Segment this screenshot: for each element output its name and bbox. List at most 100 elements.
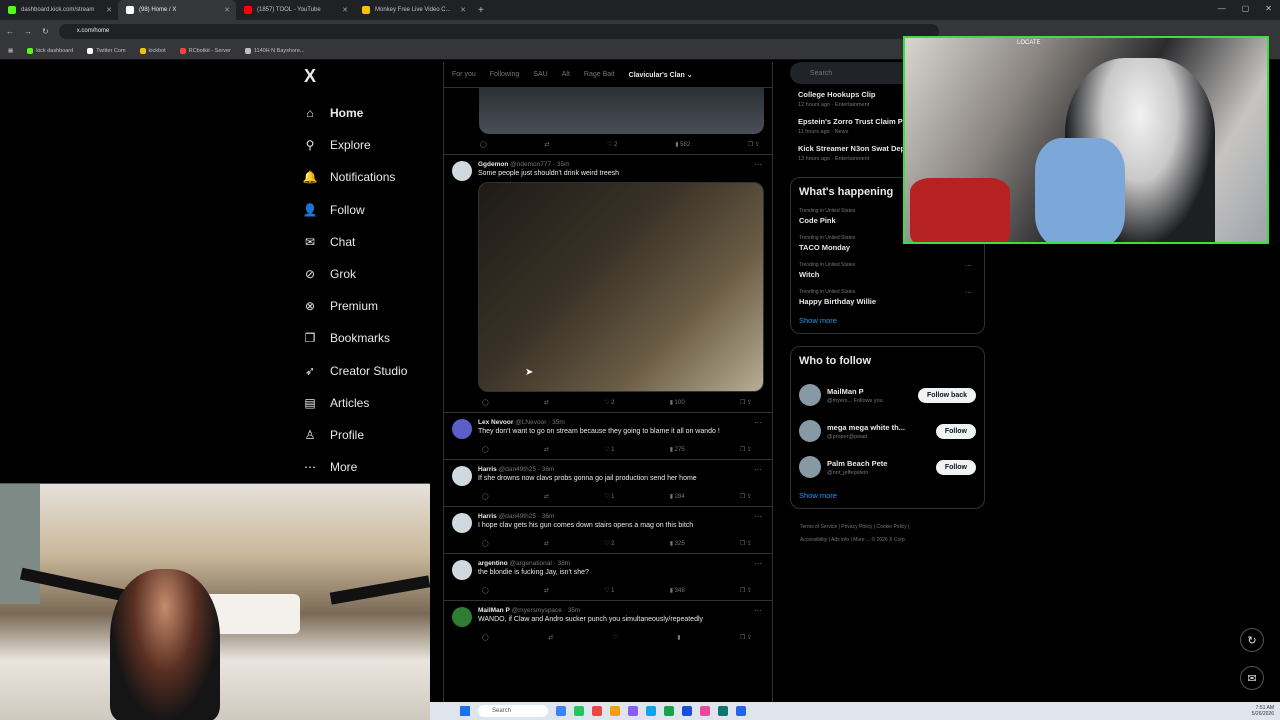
more-options-icon[interactable]: ⋯ xyxy=(754,465,762,474)
minimize-icon[interactable]: — xyxy=(1218,4,1226,13)
nav-item-creator-studio[interactable]: ➶ Creator Studio xyxy=(300,355,440,387)
taskbar-app-icon[interactable] xyxy=(628,706,638,716)
more-options-icon[interactable]: ⋯ xyxy=(754,512,762,521)
taskbar-app-icon[interactable] xyxy=(592,706,602,716)
show-more-link[interactable]: Show more xyxy=(799,316,976,325)
views-icon[interactable]: ▮ 348 xyxy=(670,587,685,594)
footer-line[interactable]: Accessibility | Ads info | More ... © 20… xyxy=(800,534,985,547)
footer-links[interactable]: Terms of Service | Privacy Policy | Cook… xyxy=(790,521,985,547)
like-icon[interactable]: ♡ 2 xyxy=(604,540,614,547)
browser-tab[interactable]: Monkey Free Live Video C... ✕ xyxy=(354,0,472,20)
reply-icon[interactable]: ◯ xyxy=(482,399,489,406)
taskbar-search[interactable]: Search xyxy=(478,705,548,717)
avatar[interactable] xyxy=(799,456,821,478)
show-more-link[interactable]: Show more xyxy=(799,491,976,500)
nav-item-profile[interactable]: ♙ Profile xyxy=(300,419,440,451)
like-icon[interactable]: ♡ 2 xyxy=(604,399,614,406)
retweet-icon[interactable]: ⇄ xyxy=(548,634,553,641)
taskbar-app-icon[interactable] xyxy=(682,706,692,716)
maximize-icon[interactable]: ▢ xyxy=(1242,4,1250,13)
taskbar-app-icon[interactable] xyxy=(610,706,620,716)
retweet-icon[interactable]: ⇄ xyxy=(544,493,549,500)
bookmark-item[interactable]: kick dashboard xyxy=(27,47,73,54)
more-options-icon[interactable]: ⋯ xyxy=(754,418,762,427)
nav-item-chat[interactable]: ✉ Chat xyxy=(300,226,440,258)
like-icon[interactable]: ♡ 1 xyxy=(604,493,614,500)
nav-item-explore[interactable]: ⚲ Explore xyxy=(300,129,440,161)
like-icon[interactable]: ♡ xyxy=(612,634,617,641)
browser-tab[interactable]: dashboard.kick.com/stream ✕ xyxy=(0,0,118,20)
bookmark-share-icons[interactable]: ❐ ⇪ xyxy=(740,493,752,500)
nav-item-articles[interactable]: ▤ Articles xyxy=(300,387,440,419)
taskbar-app-icon[interactable] xyxy=(574,706,584,716)
nav-item-notifications[interactable]: 🔔 Notifications xyxy=(300,161,440,193)
like-icon[interactable]: ♡ 2 xyxy=(607,141,617,148)
bookmark-share-icons[interactable]: ❐ ⇪ xyxy=(740,446,752,453)
grok-float-icon[interactable]: ↻ xyxy=(1240,628,1264,652)
reply-icon[interactable]: ◯ xyxy=(482,587,489,594)
avatar[interactable] xyxy=(452,419,472,439)
tweet-author-name[interactable]: Harris xyxy=(478,513,497,520)
bookmark-item[interactable]: Twitter Com xyxy=(87,47,126,54)
browser-tab[interactable]: (98) Home / X ✕ xyxy=(118,0,236,20)
tweet-author-name[interactable]: argentino xyxy=(478,560,508,567)
avatar[interactable] xyxy=(452,560,472,580)
close-icon[interactable]: ✕ xyxy=(342,6,348,14)
like-icon[interactable]: ♡ 1 xyxy=(604,446,614,453)
views-icon[interactable]: ▮ 325 xyxy=(670,540,685,547)
tweet-media[interactable] xyxy=(479,88,764,134)
more-options-icon[interactable]: ⋯ xyxy=(754,606,762,615)
tweet[interactable]: MailMan P @myersmyspace · 35m WANDO, if C… xyxy=(444,600,772,647)
bookmark-item[interactable]: kickbot xyxy=(139,47,166,54)
retweet-icon[interactable]: ⇄ xyxy=(544,141,549,148)
retweet-icon[interactable]: ⇄ xyxy=(544,446,549,453)
system-tray-clock[interactable]: 7:51 AM 5/26/2026 xyxy=(1252,705,1274,717)
avatar[interactable] xyxy=(452,161,472,181)
like-icon[interactable]: ♡ 1 xyxy=(604,587,614,594)
taskbar-app-icon[interactable] xyxy=(646,706,656,716)
tweet-author-name[interactable]: Lex Nevoor xyxy=(478,419,513,426)
browser-tab[interactable]: (1857) TOOL - YouTube ✕ xyxy=(236,0,354,20)
bookmark-share-icons[interactable]: ❐ ⇪ xyxy=(740,587,752,594)
follow-suggestion[interactable]: mega mega white th... @proper@pwad Follow xyxy=(799,413,976,449)
bookmark-item[interactable]: 1140H N Bayshore... xyxy=(244,47,305,54)
nav-item-follow[interactable]: 👤 Follow xyxy=(300,194,440,226)
url-input[interactable]: x.com/home xyxy=(58,23,939,39)
avatar[interactable] xyxy=(799,420,821,442)
forward-icon[interactable]: → xyxy=(24,27,32,36)
reply-icon[interactable]: ◯ xyxy=(482,540,489,547)
bookmark-share-icons[interactable]: ❐ ⇪ xyxy=(740,399,752,406)
window-controls[interactable]: — ▢ ✕ xyxy=(1218,4,1272,13)
apps-icon[interactable]: ▦ xyxy=(8,48,13,54)
taskbar-app-icon[interactable] xyxy=(700,706,710,716)
taskbar-app-icon[interactable] xyxy=(664,706,674,716)
tweet[interactable]: Harris @dan49th25 · 36m I hope clav gets … xyxy=(444,506,772,553)
bookmark-item[interactable]: RCbotkit - Server xyxy=(179,47,231,54)
footer-line[interactable]: Terms of Service | Privacy Policy | Cook… xyxy=(800,521,985,534)
views-icon[interactable]: ▮ 100 xyxy=(670,399,685,406)
retweet-icon[interactable]: ⇄ xyxy=(544,399,549,406)
tweet-media[interactable] xyxy=(478,182,764,392)
views-icon[interactable]: ▮ 284 xyxy=(670,493,685,500)
timeline-tab[interactable]: Alt xyxy=(562,71,570,78)
follow-button[interactable]: Follow xyxy=(935,423,976,439)
tweet[interactable]: Ggdemon @ndemon777 · 35m Some people just… xyxy=(444,154,772,412)
nav-item-home[interactable]: ⌂ Home xyxy=(300,97,440,129)
tweet-author-name[interactable]: Ggdemon xyxy=(478,161,508,168)
bookmark-share-icons[interactable]: ❐ ⇪ xyxy=(740,634,752,641)
follow-suggestion[interactable]: Palm Beach Pete @not_jeffepstein Follow xyxy=(799,449,976,485)
close-icon[interactable]: ✕ xyxy=(106,6,112,14)
back-icon[interactable]: ← xyxy=(6,27,14,36)
views-icon[interactable]: ▮ 275 xyxy=(670,446,685,453)
follow-button[interactable]: Follow back xyxy=(917,387,976,403)
reply-icon[interactable]: ◯ xyxy=(482,634,489,641)
more-options-icon[interactable]: ⋯ xyxy=(754,160,762,169)
taskbar-app-icon[interactable] xyxy=(718,706,728,716)
nav-item-more[interactable]: ⋯ More xyxy=(300,451,440,483)
taskbar-app-icon[interactable] xyxy=(556,706,566,716)
new-tab-icon[interactable]: + xyxy=(472,5,490,16)
tweet[interactable]: Lex Nevoor @LNevoor · 35m They don't want… xyxy=(444,412,772,459)
close-icon[interactable]: ✕ xyxy=(224,6,230,14)
reply-icon[interactable]: ◯ xyxy=(482,446,489,453)
nav-item-bookmarks[interactable]: ❐ Bookmarks xyxy=(300,322,440,354)
